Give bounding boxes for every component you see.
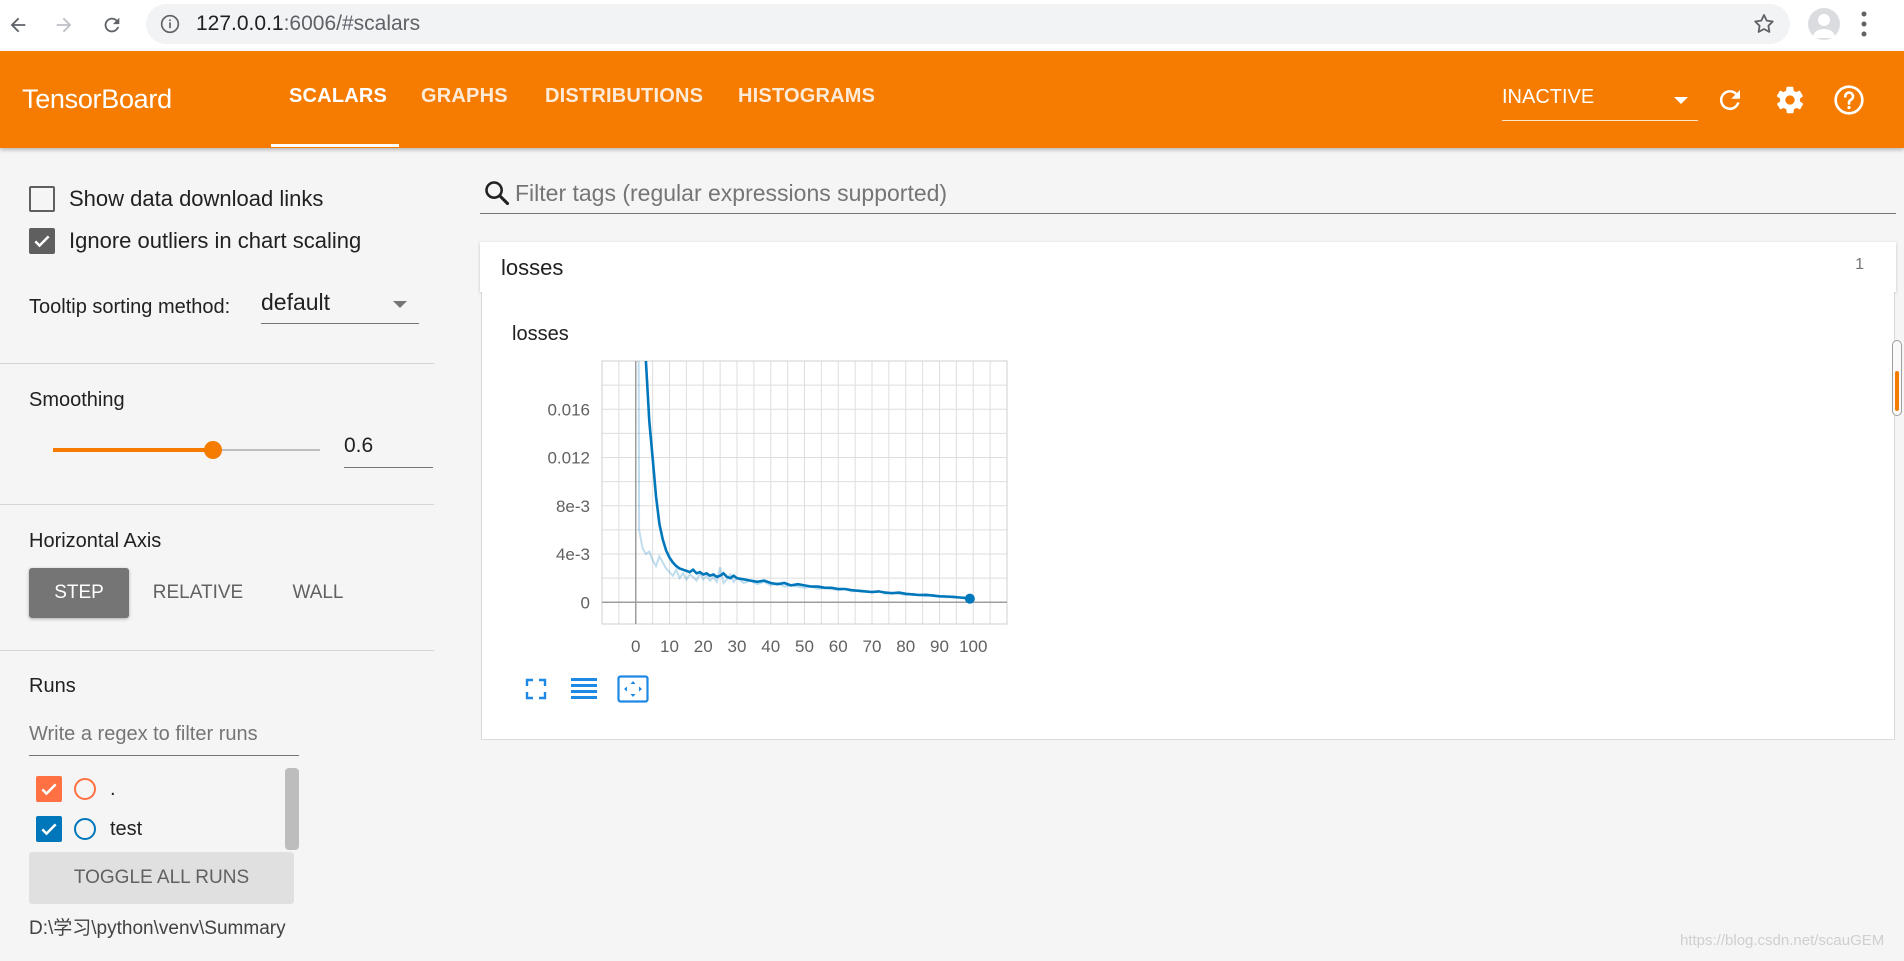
run-item[interactable]: . [36, 776, 116, 802]
scrollbar-position-marker [1895, 371, 1899, 411]
losses-chart[interactable]: 0 10 20 30 40 50 60 70 80 90 100 0 4e-3 8e-3 0.012 0.01… [482, 292, 1042, 672]
tensorboard-header: TensorBoard SCALARS GRAPHS DISTRIBUTIONS… [0, 51, 1904, 148]
smoothing-slider-thumb[interactable] [204, 441, 223, 459]
refresh-icon[interactable] [1713, 83, 1747, 117]
active-tab-indicator [271, 144, 399, 147]
check-icon [41, 823, 57, 836]
run-name: test [110, 817, 143, 840]
tooltip-sorting-label: Tooltip sorting method: [29, 296, 231, 318]
inactive-select-label: INACTIVE [1502, 86, 1595, 108]
y-tick-label: 4e-3 [556, 545, 590, 564]
forward-arrow-icon[interactable] [48, 9, 80, 41]
tab-histograms[interactable]: HISTOGRAMS [738, 85, 875, 108]
runs-filter-field[interactable] [29, 714, 299, 756]
scalar-chart-card: losses 0 10 20 30 40 50 60 70 80 90 100 0 4e-3 8e-3 0.… [481, 292, 1895, 740]
url-host: 127.0.0.1 [196, 12, 284, 35]
tooltip-sorting-value: default [261, 289, 331, 315]
watermark: https://blog.csdn.net/scauGEM [1680, 932, 1885, 949]
tab-scalars[interactable]: SCALARS [289, 85, 387, 108]
toggle-all-runs-button[interactable]: TOGGLE ALL RUNS [29, 852, 294, 904]
reload-icon[interactable] [96, 9, 128, 41]
toggle-log-scale-icon[interactable] [568, 673, 600, 705]
url-text: 127.0.0.1:6006/#scalars [196, 12, 420, 36]
star-icon[interactable] [1752, 12, 1776, 41]
x-tick-label: 80 [896, 637, 915, 656]
profile-icon[interactable] [1808, 8, 1840, 40]
check-icon [34, 235, 50, 248]
tab-distributions[interactable]: DISTRIBUTIONS [545, 85, 703, 108]
y-tick-label: 0 [581, 593, 590, 612]
runs-filter-input[interactable] [29, 714, 299, 754]
smoothing-label: Smoothing [29, 389, 125, 411]
runs-scrollbar[interactable] [285, 768, 299, 850]
tensorboard-window: 127.0.0.1:6006/#scalars TensorBoard SCAL… [0, 0, 1904, 961]
fit-domain-icon[interactable] [615, 673, 651, 705]
help-icon[interactable] [1832, 83, 1866, 117]
fullscreen-icon[interactable] [520, 673, 552, 705]
app-title: TensorBoard [22, 84, 172, 114]
run-item[interactable]: test [36, 816, 142, 842]
divider [0, 504, 434, 505]
settings-icon[interactable] [1773, 83, 1807, 117]
ignore-outliers-checkbox[interactable] [29, 228, 55, 254]
run-color-swatch[interactable] [74, 818, 96, 840]
category-count: 1 [1855, 256, 1864, 273]
address-bar[interactable]: 127.0.0.1:6006/#scalars [146, 4, 1790, 44]
axis-step-button[interactable]: STEP [29, 568, 129, 618]
show-download-links-row[interactable]: Show data download links [29, 186, 323, 212]
x-tick-label: 70 [863, 637, 882, 656]
url-path: :6006/#scalars [283, 12, 421, 35]
chevron-down-icon [393, 301, 407, 308]
divider [0, 363, 434, 364]
kebab-menu-icon[interactable] [1860, 9, 1868, 44]
runs-label: Runs [29, 675, 76, 697]
check-icon [41, 783, 57, 796]
sidebar: Show data download links Ignore outliers… [0, 148, 434, 961]
inactive-dashboards-select[interactable]: INACTIVE [1502, 79, 1698, 121]
x-tick-label: 100 [959, 637, 987, 656]
x-tick-label: 40 [761, 637, 780, 656]
x-tick-label: 50 [795, 637, 814, 656]
x-tick-label: 90 [930, 637, 949, 656]
x-tick-label: 30 [728, 637, 747, 656]
show-download-links-label: Show data download links [69, 186, 324, 211]
ignore-outliers-row[interactable]: Ignore outliers in chart scaling [29, 228, 361, 254]
browser-toolbar: 127.0.0.1:6006/#scalars [0, 0, 1904, 51]
run-color-swatch[interactable] [74, 778, 96, 800]
tag-filter-input[interactable] [515, 174, 1885, 212]
back-arrow-icon[interactable] [2, 9, 34, 41]
axis-relative-button[interactable]: RELATIVE [146, 568, 250, 618]
raw-series-line [637, 361, 970, 600]
horizontal-axis-label: Horizontal Axis [29, 530, 162, 552]
divider [0, 650, 434, 651]
axis-wall-button[interactable]: WALL [278, 568, 358, 618]
smoothing-value: 0.6 [344, 434, 374, 457]
x-tick-label: 10 [660, 637, 679, 656]
ignore-outliers-label: Ignore outliers in chart scaling [69, 228, 362, 253]
y-tick-label: 0.012 [547, 449, 590, 468]
x-tick-label: 20 [694, 637, 713, 656]
series-end-point [964, 593, 975, 604]
x-tick-label: 0 [631, 637, 640, 656]
y-tick-label: 8e-3 [556, 497, 590, 516]
info-icon[interactable] [160, 14, 180, 39]
show-download-links-checkbox[interactable] [29, 186, 55, 212]
run-checkbox[interactable] [36, 776, 62, 802]
search-icon [483, 179, 511, 212]
tab-graphs[interactable]: GRAPHS [421, 85, 508, 108]
category-name: losses [501, 255, 564, 280]
chevron-down-icon [1674, 97, 1688, 104]
category-header-losses[interactable]: losses 1 [480, 242, 1896, 292]
tooltip-sorting-select[interactable]: default [261, 284, 419, 324]
tag-filter-field[interactable] [480, 174, 1896, 214]
log-directory: D:\学习\python\venv\Summary [29, 918, 286, 939]
run-name: . [110, 777, 116, 800]
y-tick-label: 0.016 [547, 400, 590, 419]
x-tick-label: 60 [829, 637, 848, 656]
run-checkbox[interactable] [36, 816, 62, 842]
smoothing-slider-fill [53, 448, 214, 452]
page-scrollbar[interactable] [1892, 340, 1902, 416]
smoothing-value-input[interactable]: 0.6 [344, 426, 433, 468]
